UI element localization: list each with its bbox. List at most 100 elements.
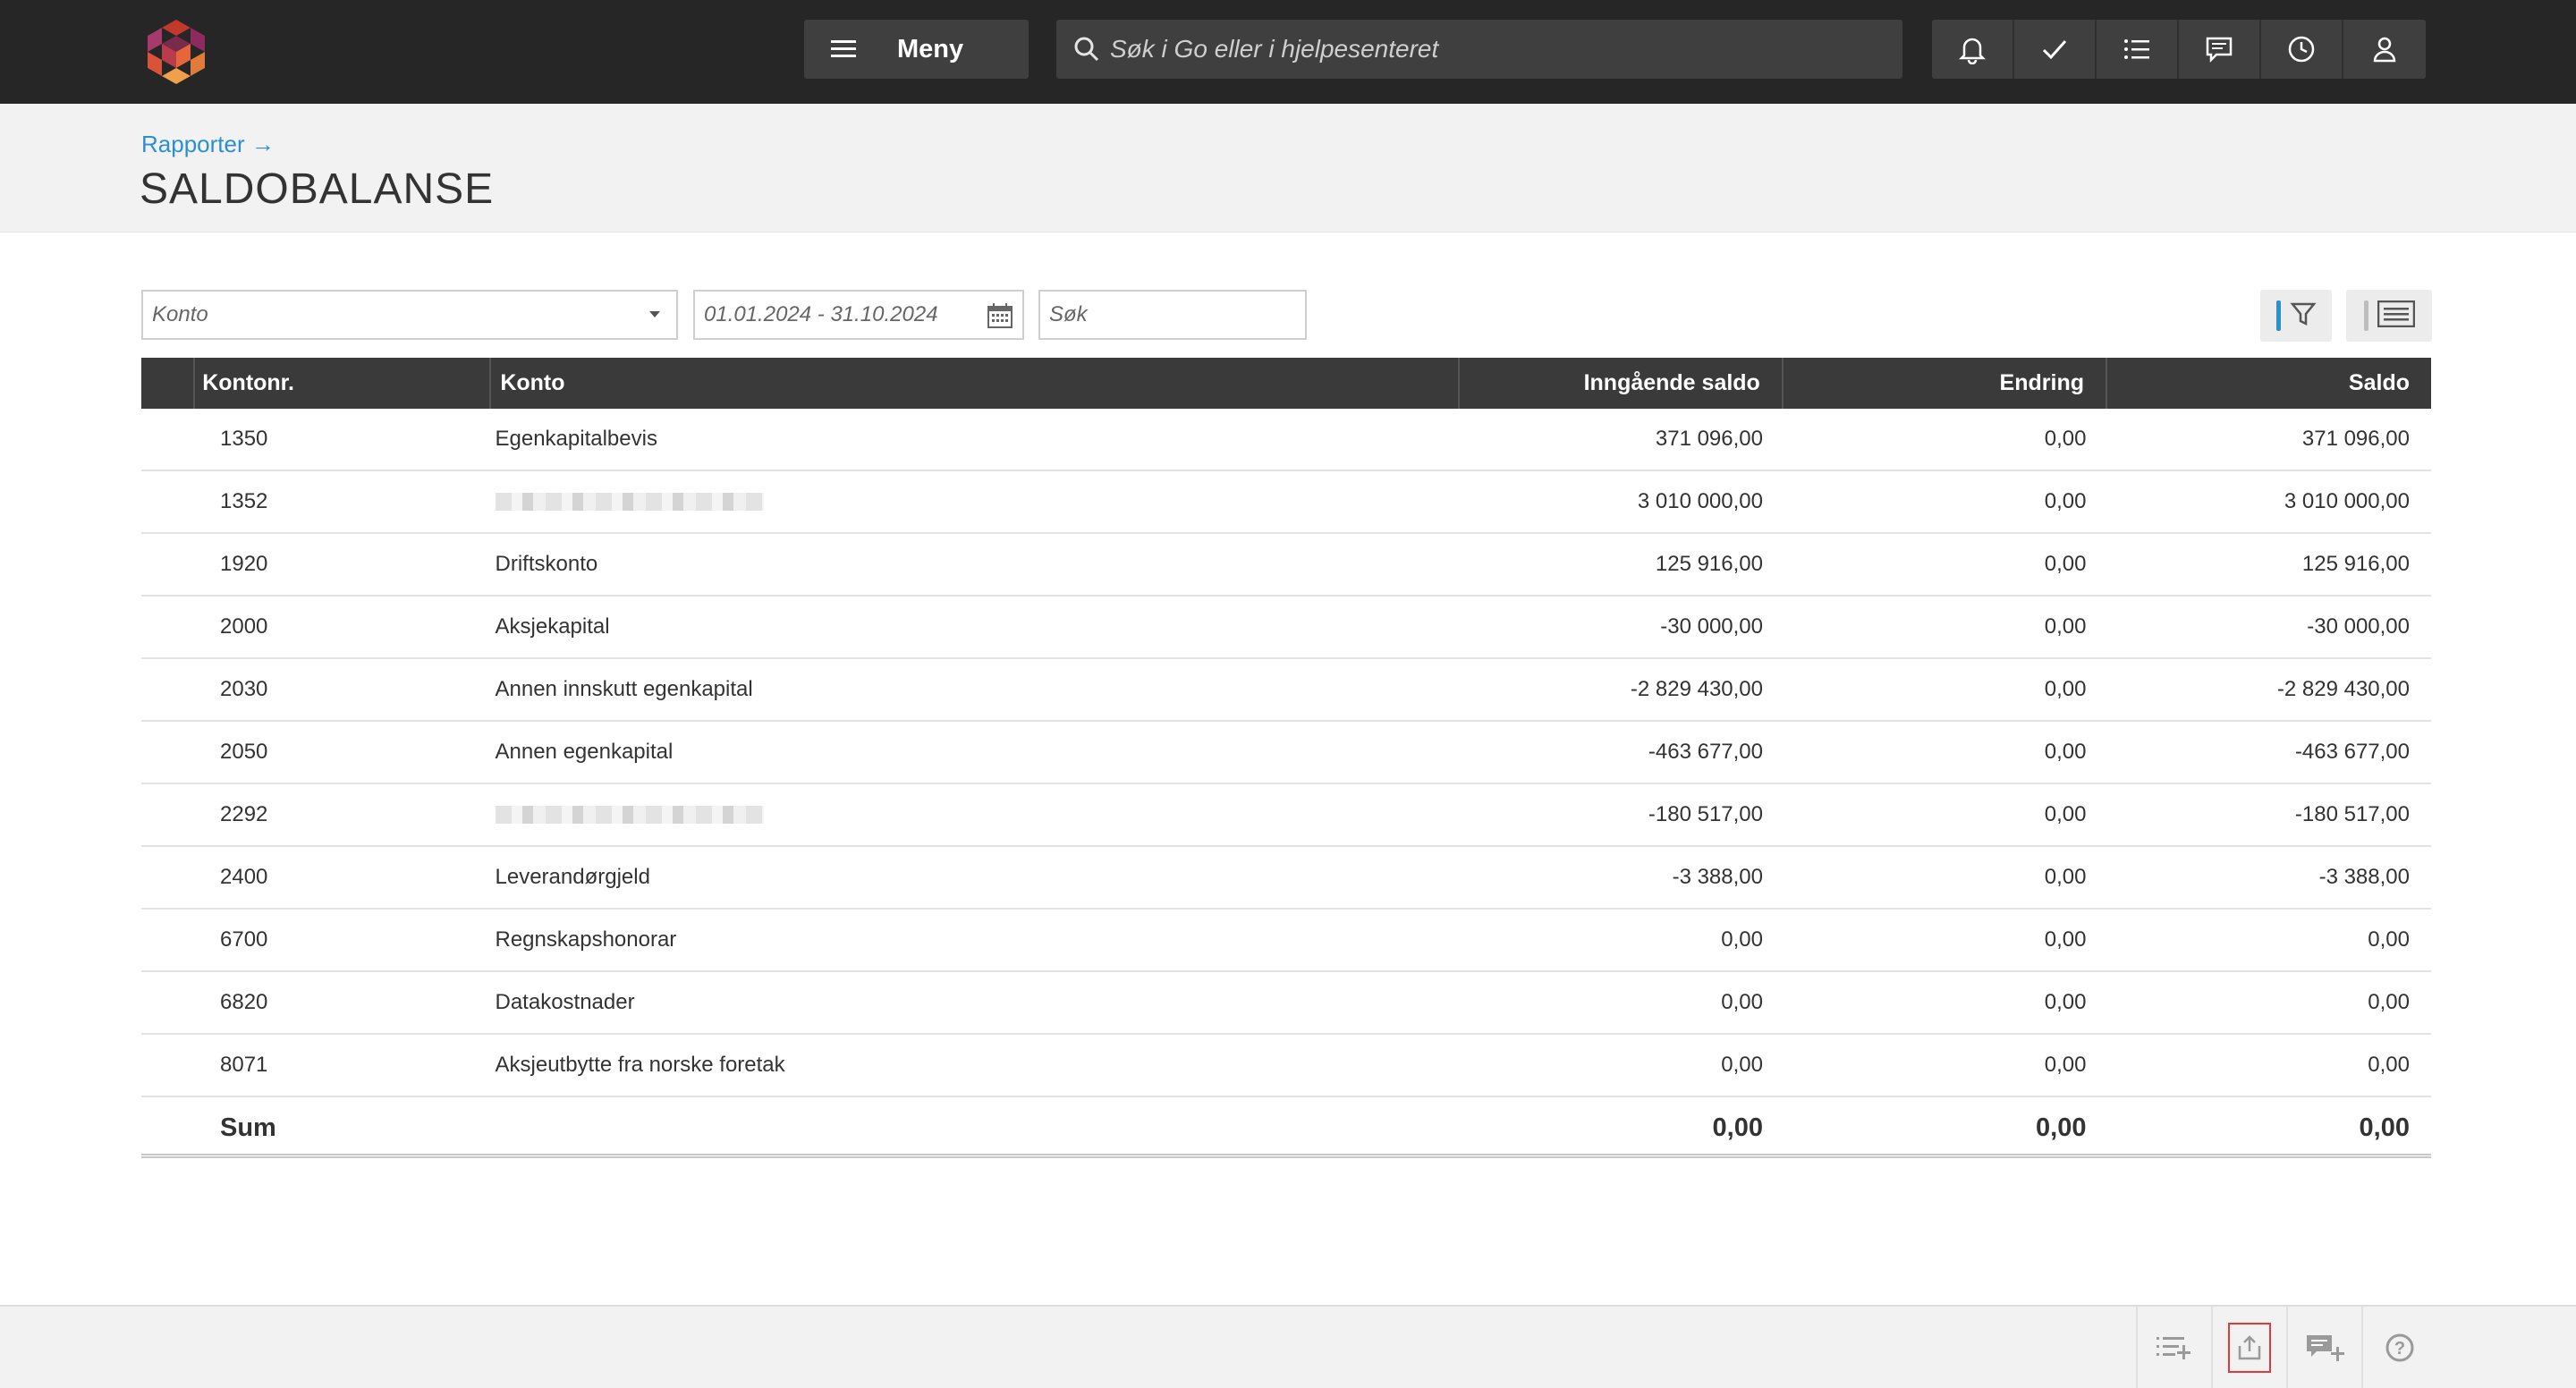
saldo-cell: -30 000,00 (2307, 614, 2410, 639)
endring-cell: 0,00 (2044, 1053, 2087, 1077)
list-icon[interactable] (2097, 20, 2179, 79)
konto-cell (495, 471, 1462, 532)
calendar-icon[interactable] (987, 302, 1013, 335)
inngaende-saldo-cell: 0,00 (1721, 1053, 1763, 1077)
user-icon[interactable] (2343, 20, 2426, 79)
filter-indicator (2275, 300, 2281, 331)
breadcrumb-link[interactable]: Rapporter → (141, 131, 275, 158)
details-view-button[interactable] (2346, 290, 2432, 342)
endring-cell: 0,00 (2044, 802, 2087, 826)
col-kontonr[interactable]: Kontonr. (195, 358, 492, 409)
endring-cell: 0,00 (2044, 489, 2087, 513)
endring-cell: 0,00 (2044, 677, 2087, 701)
bell-icon[interactable] (1932, 20, 2014, 79)
kontonr-cell: 8071 (220, 1053, 268, 1077)
konto-select-placeholder: Konto (152, 302, 208, 326)
page-title: SALDOBALANSE (140, 165, 495, 213)
table-row[interactable]: 2000 Aksjekapital -30 000,00 0,00 -30 000,00 (141, 597, 2431, 659)
search-icon (1071, 33, 1103, 65)
table-row[interactable]: 6700 Regnskapshonorar 0,00 0,00 0,00 (141, 910, 2431, 972)
inngaende-saldo-cell: -463 677,00 (1648, 740, 1763, 764)
logo-icon[interactable] (141, 16, 211, 86)
kontonr-cell: 1352 (220, 489, 268, 513)
saldo-cell: 0,00 (2368, 990, 2410, 1014)
chat-icon[interactable] (2179, 20, 2261, 79)
konto-cell: Egenkapitalbevis (495, 427, 657, 451)
sum-label: Sum (220, 1113, 276, 1142)
konto-cell: Driftskonto (495, 552, 598, 576)
konto-cell: Aksjekapital (495, 614, 610, 639)
saldobalanse-table: Kontonr. Konto Inngående saldo Endring S… (141, 358, 2431, 1158)
saldo-cell: -2 829 430,00 (2276, 677, 2410, 701)
check-icon[interactable] (2014, 20, 2097, 79)
konto-cell: Annen innskutt egenkapital (495, 677, 753, 701)
table-row[interactable]: 1352 3 010 000,00 0,00 3 010 000,00 (141, 471, 2431, 534)
hamburger-icon (831, 39, 881, 59)
top-bar: Meny (0, 0, 2576, 104)
kontonr-cell: 2030 (220, 677, 268, 701)
kontonr-cell: 6700 (220, 927, 268, 952)
table-row[interactable]: 8071 Aksjeutbytte fra norske foretak 0,00 0… (141, 1035, 2431, 1097)
help-icon[interactable]: ? (2361, 1307, 2436, 1388)
saldo-cell: -3 388,00 (2318, 865, 2410, 889)
inngaende-saldo-cell: 3 010 000,00 (1637, 489, 1763, 513)
endring-cell: 0,00 (2044, 927, 2087, 952)
table-body: 1350 Egenkapitalbevis 371 096,00 0,00 371 09… (141, 409, 2431, 1097)
endring-cell: 0,00 (2044, 552, 2087, 576)
col-select[interactable] (141, 358, 196, 409)
sum-endring: 0,00 (2036, 1113, 2087, 1142)
table-search-input[interactable]: Søk (1038, 290, 1307, 340)
add-list-icon[interactable] (2136, 1307, 2211, 1388)
table-row[interactable]: 1920 Driftskonto 125 916,00 0,00 125 916,00 (141, 534, 2431, 597)
sum-row: Sum 0,00 0,00 0,00 (141, 1097, 2431, 1158)
col-inngaende-saldo[interactable]: Inngående saldo (1460, 358, 1784, 409)
konto-cell: Regnskapshonorar (495, 927, 677, 952)
table-row[interactable]: 2050 Annen egenkapital -463 677,00 0,00 -463… (141, 722, 2431, 784)
filter-button[interactable] (2260, 290, 2332, 342)
global-search-input[interactable] (1110, 35, 1879, 63)
clock-icon[interactable] (2261, 20, 2343, 79)
konto-cell: Aksjeutbytte fra norske foretak (495, 1053, 785, 1077)
sum-inngaende: 0,00 (1712, 1113, 1763, 1142)
filter-icon (2289, 300, 2317, 332)
menu-button[interactable]: Meny (804, 20, 1029, 79)
export-active-outline (2228, 1322, 2271, 1373)
endring-cell: 0,00 (2044, 990, 2087, 1014)
konto-select[interactable]: Konto (141, 290, 678, 340)
global-search[interactable] (1056, 20, 1902, 79)
export-icon[interactable] (2211, 1307, 2286, 1388)
page-header: Rapporter → SALDOBALANSE (0, 104, 2576, 233)
endring-cell: 0,00 (2044, 614, 2087, 639)
add-comment-icon[interactable] (2286, 1307, 2361, 1388)
svg-text:?: ? (2394, 1339, 2405, 1358)
endring-cell: 0,00 (2044, 740, 2087, 764)
menu-label: Meny (897, 34, 964, 63)
top-icon-group (1932, 20, 2426, 79)
details-indicator (2363, 300, 2368, 331)
table-row[interactable]: 1350 Egenkapitalbevis 371 096,00 0,00 371 09… (141, 409, 2431, 471)
inngaende-saldo-cell: 0,00 (1721, 927, 1763, 952)
col-saldo[interactable]: Saldo (2107, 358, 2431, 409)
table-row[interactable]: 2292 -180 517,00 0,00 -180 517,00 (141, 784, 2431, 847)
date-range-field[interactable]: 01.01.2024 - 31.10.2024 (693, 290, 1024, 340)
kontonr-cell: 1350 (220, 427, 268, 451)
sum-konto-empty (496, 1097, 1462, 1158)
sum-saldo: 0,00 (2359, 1113, 2410, 1142)
table-row[interactable]: 2030 Annen innskutt egenkapital -2 829 430… (141, 659, 2431, 722)
saldo-cell: 371 096,00 (2301, 427, 2410, 451)
col-konto[interactable]: Konto (491, 358, 1460, 409)
inngaende-saldo-cell: -2 829 430,00 (1630, 677, 1763, 701)
saldo-cell: 125 916,00 (2301, 552, 2410, 576)
kontonr-cell: 2400 (220, 865, 268, 889)
endring-cell: 0,00 (2044, 427, 2087, 451)
konto-cell: Annen egenkapital (495, 740, 674, 764)
table-row[interactable]: 2400 Leverandørgjeld -3 388,00 0,00 -3 388,0… (141, 847, 2431, 910)
endring-cell: 0,00 (2044, 865, 2087, 889)
details-list-icon (2377, 300, 2415, 332)
col-endring[interactable]: Endring (1784, 358, 2107, 409)
saldo-cell: 0,00 (2368, 927, 2410, 952)
saldo-cell: 0,00 (2368, 1053, 2410, 1077)
kontonr-cell: 2292 (220, 802, 268, 826)
saldo-cell: -180 517,00 (2294, 802, 2410, 826)
table-row[interactable]: 6820 Datakostnader 0,00 0,00 0,00 (141, 972, 2431, 1035)
